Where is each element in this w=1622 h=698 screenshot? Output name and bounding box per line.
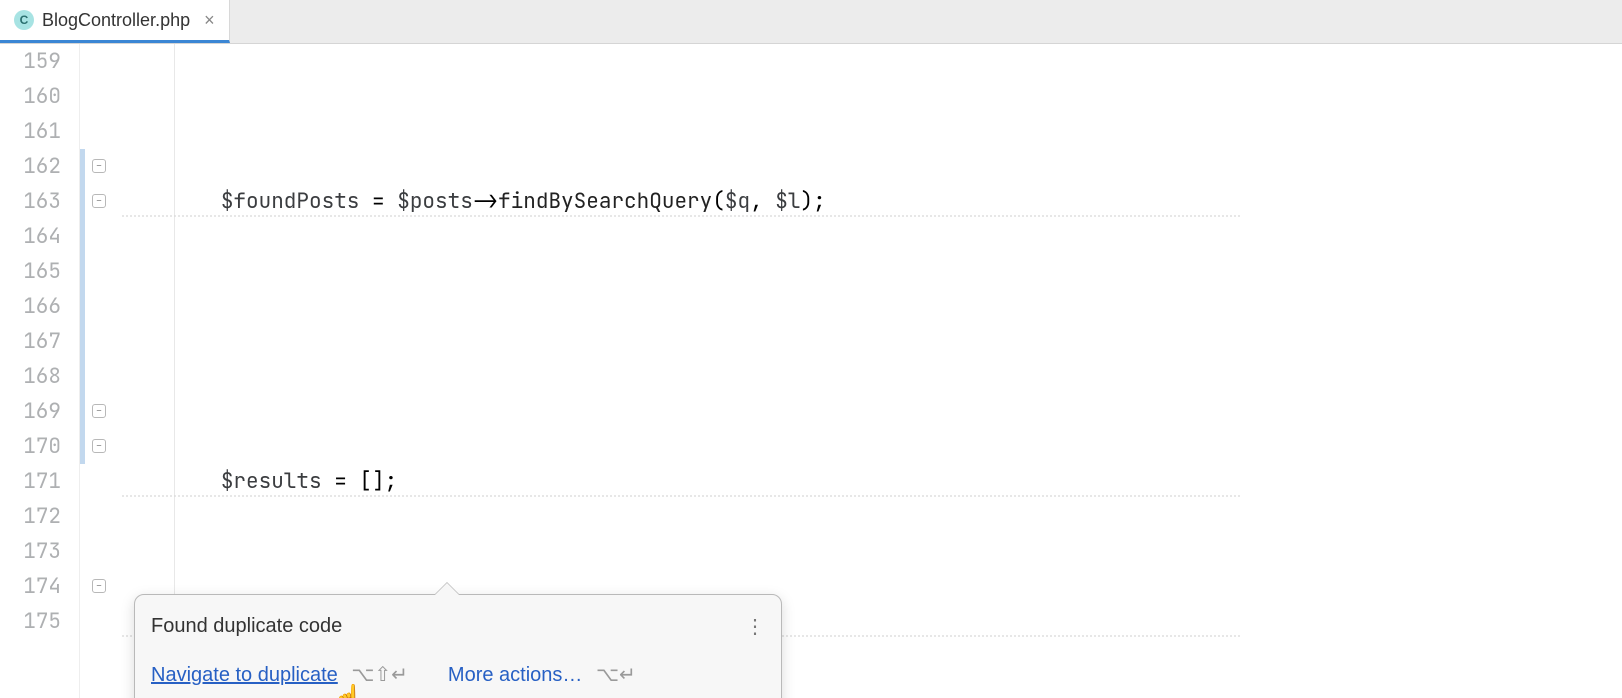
popup-title: Found duplicate code	[151, 609, 745, 644]
tab-label: BlogController.php	[42, 10, 190, 31]
line-number: 160	[0, 79, 61, 114]
line-number: 172	[0, 499, 61, 534]
fold-icon[interactable]: –	[92, 439, 106, 453]
code-editor[interactable]: 159 160 161 162 163 164 165 166 167 168 …	[0, 44, 1622, 698]
file-type-icon: C	[14, 10, 34, 30]
line-number: 162	[0, 149, 61, 184]
fold-gutter: – – – – –	[86, 44, 114, 698]
tab-bar: C BlogController.php ×	[0, 0, 1622, 44]
more-options-icon[interactable]: ⋮	[745, 617, 765, 637]
line-number: 168	[0, 359, 61, 394]
line-number-gutter: 159 160 161 162 163 164 165 166 167 168 …	[0, 44, 80, 698]
line-number: 170	[0, 429, 61, 464]
code-line: $results = [];	[120, 464, 1622, 499]
line-number: 164	[0, 219, 61, 254]
tab-active[interactable]: C BlogController.php ×	[0, 0, 230, 43]
line-number: 174	[0, 569, 61, 604]
line-number: 175	[0, 604, 61, 639]
fold-icon[interactable]: –	[92, 194, 106, 208]
more-actions-link[interactable]: More actions…	[448, 664, 583, 686]
line-number: 165	[0, 254, 61, 289]
fold-icon[interactable]: –	[92, 159, 106, 173]
line-number: 169	[0, 394, 61, 429]
inspection-popup: Found duplicate code ⋮ Navigate to dupli…	[134, 594, 782, 698]
close-icon[interactable]: ×	[204, 10, 215, 31]
line-number: 173	[0, 534, 61, 569]
fold-icon[interactable]: –	[92, 579, 106, 593]
navigate-to-duplicate-link[interactable]: Navigate to duplicate	[151, 664, 338, 686]
code-line	[120, 324, 1622, 359]
shortcut-hint: ⌥↵	[596, 664, 636, 686]
line-number: 167	[0, 324, 61, 359]
fold-icon[interactable]: –	[92, 404, 106, 418]
line-number: 159	[0, 44, 61, 79]
line-number: 166	[0, 289, 61, 324]
code-line: $foundPosts = $posts->findBySearchQuery(…	[120, 184, 1622, 219]
line-number: 161	[0, 114, 61, 149]
line-number: 171	[0, 464, 61, 499]
shortcut-hint: ⌥⇧↵	[351, 664, 408, 686]
line-number: 163	[0, 184, 61, 219]
